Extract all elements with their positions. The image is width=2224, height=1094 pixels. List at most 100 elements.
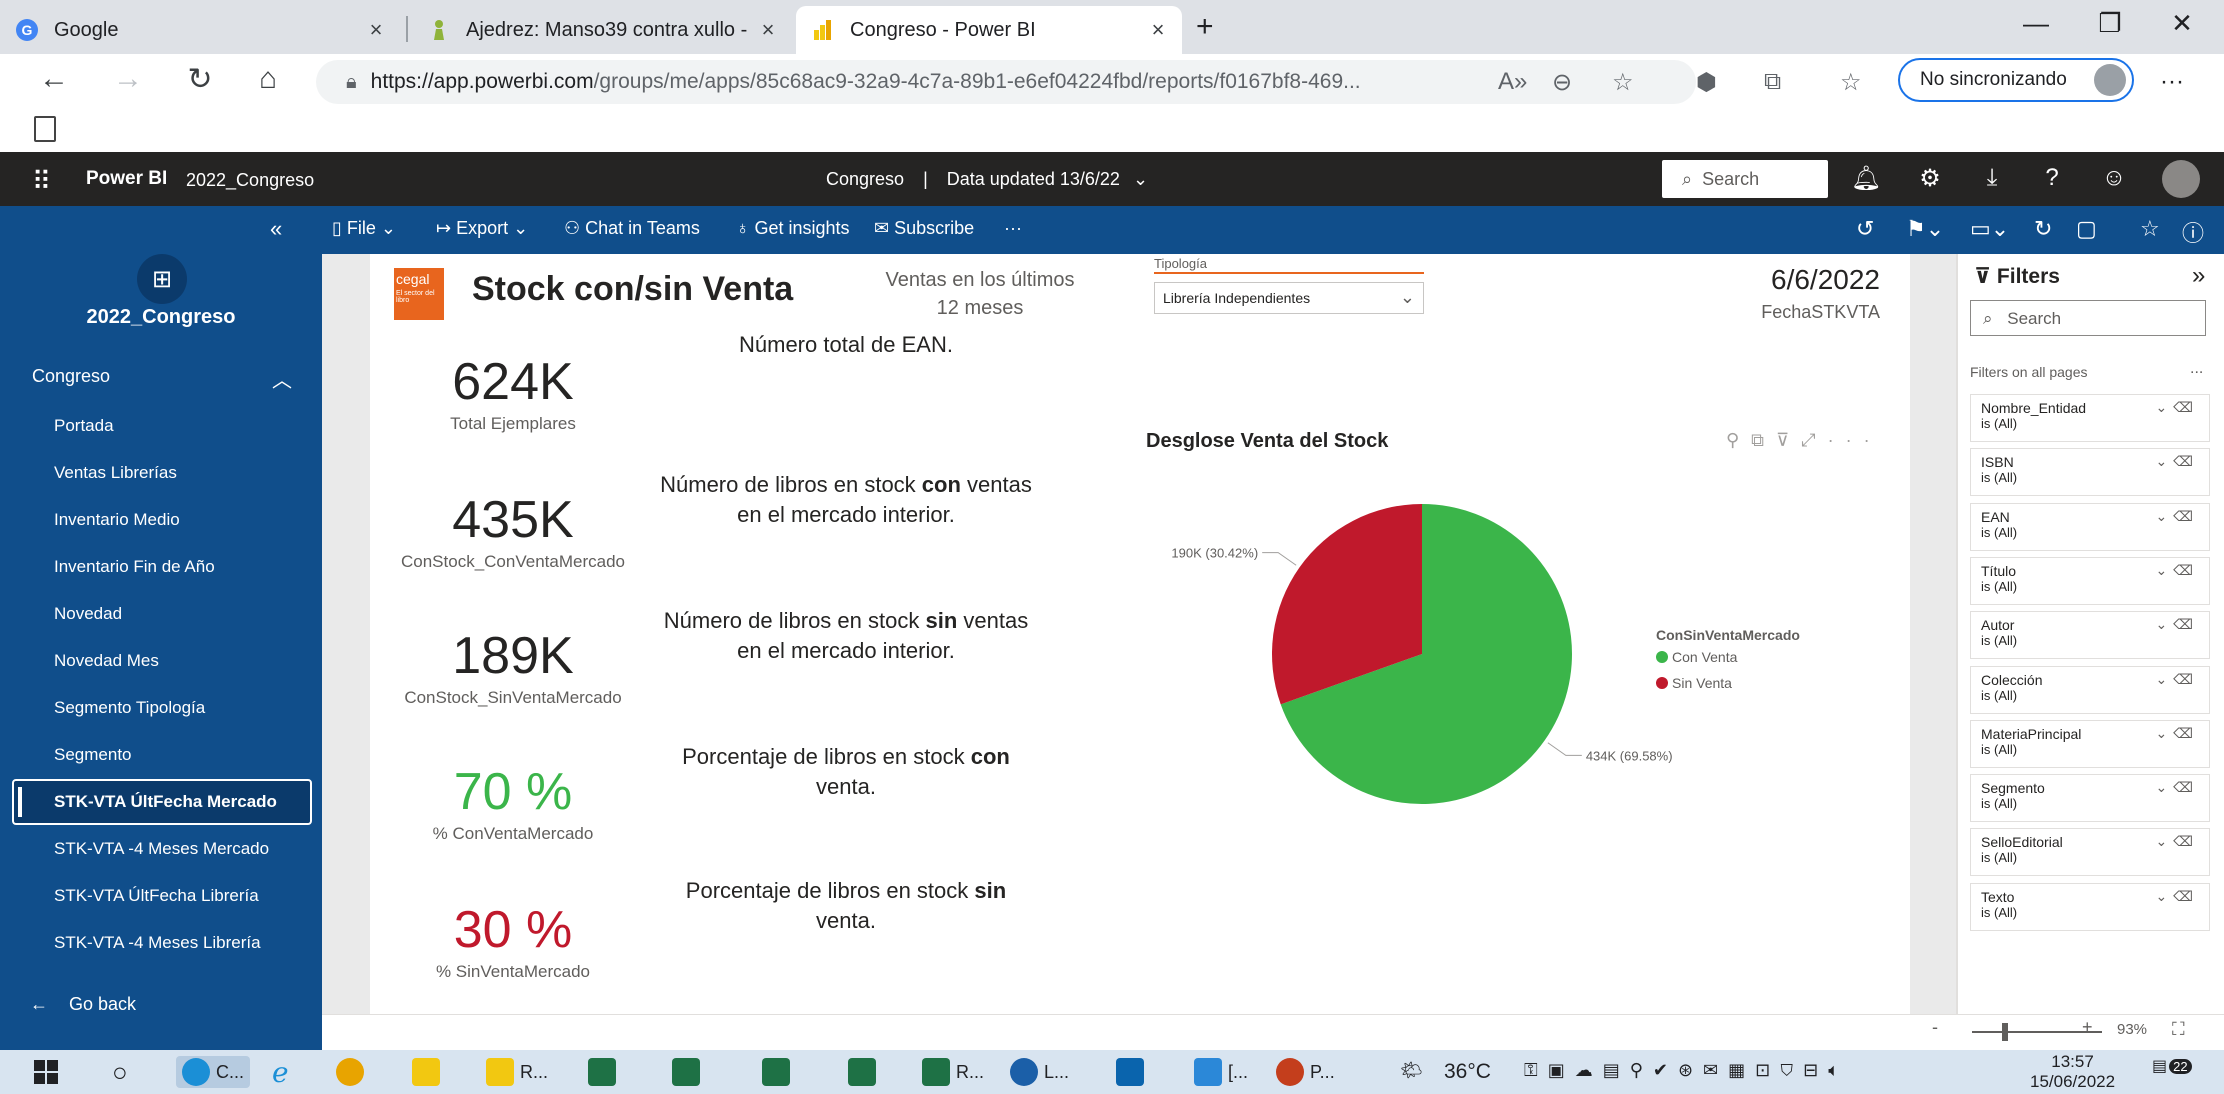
url-field[interactable]: 🔒︎ https://app.powerbi.com /groups/me/ap… [316,60,1696,104]
download-icon[interactable]: ⤓ [1972,164,2012,192]
clock[interactable]: 13:57 15/06/2022 [2030,1052,2115,1092]
tipologia-dropdown[interactable]: Librería Independientes ⌄ [1154,282,1424,314]
taskbar-excel-app[interactable]: R... [922,1056,984,1088]
taskbar-powerpoint-app[interactable]: P... [1276,1056,1335,1088]
comment-icon[interactable]: ▢ [2076,216,2097,242]
filters-search-input[interactable]: ⌕ Search [1970,300,2206,336]
filter-expand-clear-icons[interactable]: ⌄⌫ [2155,888,2199,905]
browser-tab-google[interactable]: G Google × [0,6,400,54]
nav-item[interactable]: Portada [0,403,322,449]
filter-card[interactable]: ISBN is (All) ⌄⌫ [1970,448,2210,497]
help-icon[interactable]: ? [2032,164,2072,192]
forward-arrow-icon[interactable]: → [104,62,152,96]
go-back-link[interactable]: ← Go back [30,994,136,1015]
read-aloud-icon[interactable]: A» [1498,68,1527,96]
filter-card[interactable]: Título is (All) ⌄⌫ [1970,556,2210,605]
close-tab-icon[interactable]: × [754,17,782,43]
new-tab-button[interactable]: + [1196,10,1214,44]
weather-sun-icon[interactable]: 🌤︎ [1400,1060,1423,1081]
zoom-out-icon[interactable]: ⊖ [1552,68,1572,97]
reload-icon[interactable]: ↻ [176,62,224,97]
filter-expand-clear-icons[interactable]: ⌄⌫ [2155,508,2199,525]
kpi-card-pct-sin-venta[interactable]: 30 % % SinVentaMercado [370,900,656,982]
legend-marker[interactable] [1656,651,1668,663]
filter-expand-clear-icons[interactable]: ⌄⌫ [2155,616,2199,633]
workspace-name[interactable]: 2022_Congreso [186,170,314,191]
notification-center-icon[interactable]: ▤ 22 [2152,1056,2202,1088]
ie-icon[interactable]: ℯ [272,1056,289,1088]
filter-expand-clear-icons[interactable]: ⌄⌫ [2155,833,2199,850]
legend-item[interactable]: Con Venta [1672,649,1738,665]
more-options-icon[interactable]: ... [2190,360,2203,378]
kpi-card-sin-venta[interactable]: 189K ConStock_SinVentaMercado [370,626,656,708]
filter-card[interactable]: Segmento is (All) ⌄⌫ [1970,774,2210,823]
kpi-card-pct-con-venta[interactable]: 70 % % ConVentaMercado [370,762,656,844]
excel-icon[interactable] [848,1056,882,1088]
sync-profile-button[interactable]: No sincronizando [1898,58,2134,102]
kpi-card-con-venta[interactable]: 435K ConStock_ConVentaMercado [370,490,656,572]
browser-tab-ajedrez[interactable]: Ajedrez: Manso39 contra xullo - × [412,6,792,54]
collapse-nav-icon[interactable]: « [270,216,282,242]
export-menu[interactable]: ↦ Export ⌄ [436,218,528,239]
filter-expand-clear-icons[interactable]: ⌄⌫ [2155,779,2199,796]
filter-card[interactable]: SelloEditorial is (All) ⌄⌫ [1970,828,2210,877]
zoom-in-button[interactable]: + [2082,1017,2093,1038]
filter-card[interactable]: Texto is (All) ⌄⌫ [1970,882,2210,931]
nav-item[interactable]: Segmento [0,732,322,778]
outlook-icon[interactable] [1116,1056,1150,1088]
zoom-out-button[interactable]: - [1932,1017,1938,1038]
view-icon[interactable]: ▭⌄ [1970,216,2009,242]
nav-item[interactable]: Segmento Tipología [0,685,322,731]
app-launcher-icon[interactable]: ⠿ [32,166,51,197]
excel-icon[interactable] [762,1056,796,1088]
add-favorite-icon[interactable]: ☆ [1612,68,1634,97]
legend-marker[interactable] [1656,677,1668,689]
taskbar-edge-app[interactable]: C... [176,1056,251,1088]
nav-item[interactable]: STK-VTA ÚltFecha Mercado [12,779,312,825]
filter-card[interactable]: MateriaPrincipal is (All) ⌄⌫ [1970,719,2210,768]
favorites-icon[interactable]: ☆ [1840,68,1862,97]
home-icon[interactable]: ⌂ [244,62,292,96]
file-explorer-icon[interactable] [412,1056,446,1088]
chrome-icon[interactable] [336,1056,370,1088]
powerbi-search-input[interactable]: ⌕ Search [1662,160,1828,198]
zoom-slider-handle[interactable] [2002,1023,2008,1041]
visual-header-icons[interactable]: ⚲⧉⊽⤢··· [1726,430,1882,451]
restore-button[interactable]: ❐ [2080,8,2140,39]
refresh-icon[interactable]: ↻ [2034,216,2052,242]
taskbar-bracket-app[interactable]: [... [1194,1056,1248,1088]
minimize-button[interactable]: — [2006,8,2066,39]
nav-item[interactable]: Ventas Librerías [0,450,322,496]
get-insights-button[interactable]: ♁ Get insights [736,218,850,239]
powerbi-logo[interactable]: Power BI [86,168,167,190]
subscribe-button[interactable]: ✉ Subscribe [874,218,974,239]
bookmark-icon[interactable]: ⚑⌄ [1906,216,1944,242]
smiley-icon[interactable]: ☺ [2094,164,2134,192]
bell-icon[interactable]: 🔔︎ [1846,164,1886,193]
shield-extension-icon[interactable]: ⬢ [1696,68,1717,97]
nav-item[interactable]: STK-VTA -4 Meses Mercado [0,826,322,872]
info-icon[interactable]: ⓘ [2182,216,2204,248]
collapse-filters-icon[interactable]: » [2192,262,2205,290]
back-arrow-icon[interactable]: ← [30,62,78,96]
close-tab-icon[interactable]: × [362,17,390,43]
filter-expand-clear-icons[interactable]: ⌄⌫ [2155,399,2199,416]
report-breadcrumb[interactable]: Congreso | Data updated 13/6/22 ⌄ [826,169,1148,190]
file-menu[interactable]: ▯ File ⌄ [332,218,396,239]
filter-expand-clear-icons[interactable]: ⌄⌫ [2155,671,2199,688]
nav-item[interactable]: Novedad Mes [0,638,322,684]
search-circle-icon[interactable]: ○ [112,1056,128,1088]
taskbar-explorer-app[interactable]: R... [486,1056,548,1088]
filter-card[interactable]: Colección is (All) ⌄⌫ [1970,665,2210,714]
taskbar-l-app[interactable]: L... [1010,1056,1069,1088]
system-tray-icons[interactable]: ⚿▣☁▤⚲✔⊛✉▦⊡⛉⊟🔈︎ [1524,1060,1849,1081]
browser-menu-icon[interactable]: ··· [2160,68,2184,96]
nav-item[interactable]: STK-VTA ÚltFecha Librería [0,873,322,919]
more-options-icon[interactable]: ··· [1004,218,1022,239]
filter-card[interactable]: Nombre_Entidad is (All) ⌄⌫ [1970,394,2210,442]
nav-item[interactable]: Inventario Fin de Año [0,544,322,590]
chevron-up-icon[interactable]: ︿ [272,364,292,393]
gear-icon[interactable]: ⚙ [1910,164,1950,193]
pie-chart-visual[interactable]: Desglose Venta del Stock ⚲⧉⊽⤢··· 434K (6… [1036,328,1910,1014]
filter-expand-clear-icons[interactable]: ⌄⌫ [2155,725,2199,742]
